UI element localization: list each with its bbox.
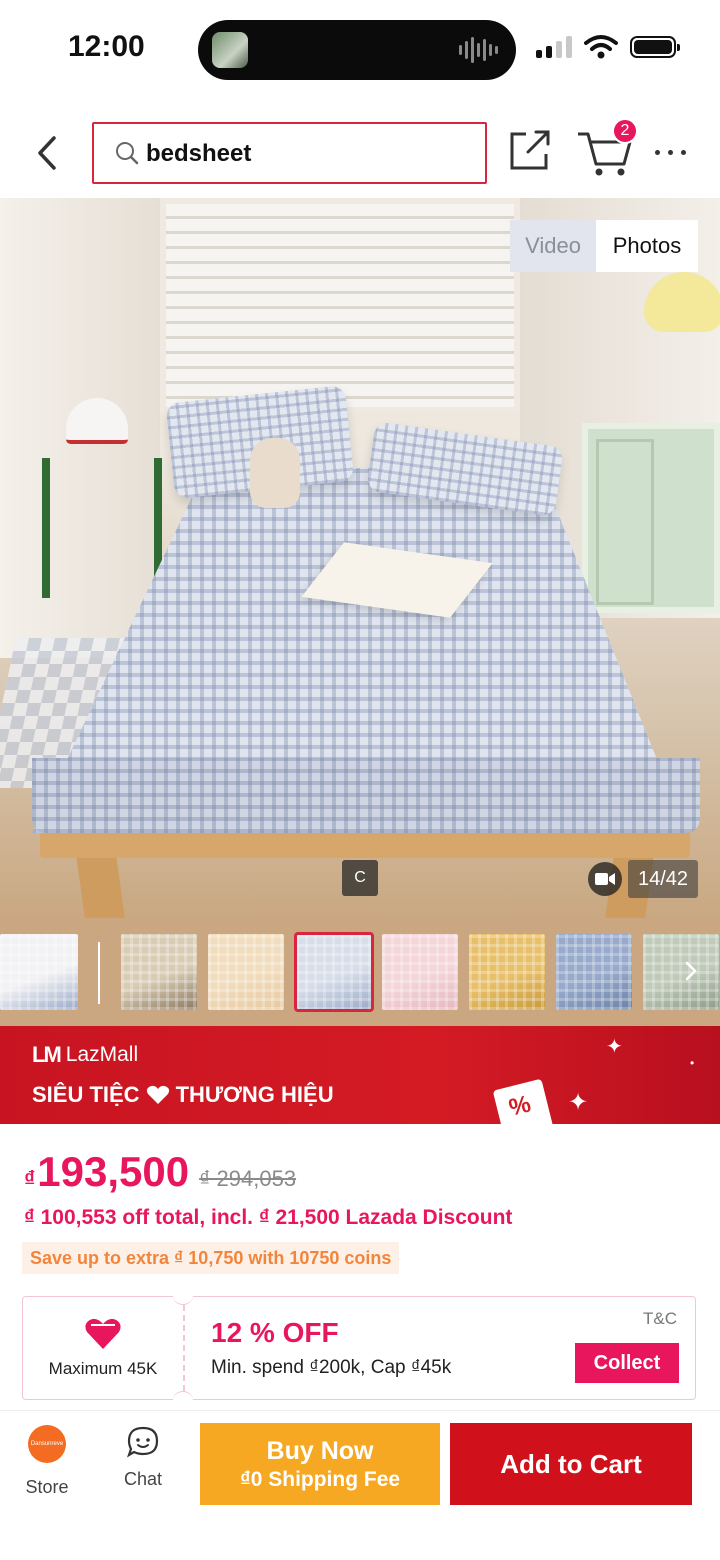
audio-waveform-icon (459, 36, 498, 64)
sparkle-icon: ✦ (568, 1089, 589, 1116)
discount-gift-icon (492, 1078, 554, 1124)
dot-icon (667, 149, 673, 155)
banner-title: SIÊU TIỆC THƯƠNG HIỆU (32, 1082, 334, 1108)
store-avatar: Dansunreve (28, 1425, 66, 1463)
lazmall-logo: LM LazMall (32, 1042, 138, 1068)
wifi-icon (584, 35, 618, 59)
status-bar: 12:00 (0, 0, 720, 100)
image-c-label[interactable]: C (342, 860, 378, 896)
cellular-signal-icon (536, 36, 572, 58)
thumb-yellow-check[interactable] (469, 934, 545, 1010)
dynamic-island (198, 20, 516, 80)
voucher-left-panel: Maximum 45K (23, 1297, 183, 1398)
video-camera-icon[interactable] (588, 862, 622, 896)
current-price: 193,500 (37, 1148, 190, 1195)
voucher-card: Maximum 45K 12 % OFF Min. spend ₫200k, C… (22, 1287, 696, 1409)
thumb-cream[interactable] (208, 934, 284, 1010)
store-label: Store (25, 1477, 69, 1497)
thumb-fitted-sheet-info[interactable] (0, 934, 78, 1010)
voucher-terms-link[interactable]: T&C (643, 1309, 677, 1329)
media-type-toggle: Video Photos (510, 220, 698, 272)
cart-count-badge: 2 (612, 118, 638, 144)
chat-label: Chat (123, 1469, 163, 1489)
shipping-fee-label: ₫0 Shipping Fee (239, 1467, 401, 1491)
thumb-beige-check[interactable] (121, 934, 197, 1010)
image-side-table (42, 458, 162, 598)
now-playing-artwork (212, 32, 248, 68)
thumb-blue-floral[interactable] (556, 934, 632, 1010)
price-row: ₫ 193,500 ₫ 294,053 (24, 1148, 296, 1196)
banner-title-part1: SIÊU TIỆC (32, 1082, 140, 1107)
sparkle-icon: • (690, 1056, 695, 1070)
image-bedsheet-side (32, 758, 700, 833)
search-query-text: bedsheet (146, 140, 252, 167)
chevron-right-icon[interactable] (676, 956, 706, 986)
bottom-action-bar: Dansunreve Store Chat Buy Now ₫0 Shippin… (0, 1410, 720, 1560)
heart-icon (146, 1085, 169, 1104)
chat-button[interactable]: Chat (114, 1425, 172, 1505)
lazmall-mark-icon: LM (32, 1042, 62, 1067)
buy-now-label: Buy Now (266, 1436, 374, 1465)
coins-savings-tag[interactable]: Save up to extra ₫ 10,750 with 10750 coi… (22, 1242, 400, 1274)
voucher-notch (173, 1287, 193, 1305)
search-input[interactable]: bedsheet (92, 122, 487, 184)
add-to-cart-button[interactable]: Add to Cart (450, 1423, 692, 1505)
dot-icon (654, 149, 660, 155)
price-section: ₫ 193,500 ₫ 294,053 ₫ 100,553 off total,… (0, 1124, 720, 1296)
lazmall-banner[interactable]: LM LazMall SIÊU TIỆC THƯƠNG HIỆU ✦ ✦ • (0, 1026, 720, 1124)
lazmall-brand-text: LazMall (65, 1043, 139, 1066)
voucher-discount: 12 % OFF (211, 1317, 339, 1348)
image-counter: 14/42 (628, 860, 698, 898)
back-arrow-icon[interactable] (30, 130, 66, 176)
search-icon (116, 142, 139, 165)
price-currency: ₫ (24, 1166, 36, 1191)
thumb-pink[interactable] (382, 934, 458, 1010)
image-cabinet (582, 423, 720, 613)
buy-now-button[interactable]: Buy Now ₫0 Shipping Fee (200, 1423, 440, 1505)
more-options-button[interactable] (650, 140, 690, 164)
collect-voucher-button[interactable]: Collect (575, 1343, 679, 1383)
voucher-heart-icon (85, 1318, 121, 1349)
sparkle-icon: ✦ (606, 1036, 623, 1058)
image-plush-bunny (250, 438, 300, 508)
voucher-notch (173, 1391, 193, 1409)
share-icon[interactable] (506, 126, 554, 174)
dot-icon (680, 149, 686, 155)
product-main-image[interactable]: Video Photos C 14/42 (0, 198, 720, 918)
voucher-divider (183, 1305, 185, 1391)
image-window-blinds (160, 198, 520, 413)
voucher-conditions: Min. spend ₫200k, Cap ₫45k (211, 1357, 452, 1378)
image-bed-leg (75, 848, 125, 918)
status-time: 12:00 (68, 30, 145, 63)
top-navigation-bar: bedsheet 2 (0, 100, 720, 198)
chat-icon (127, 1426, 159, 1458)
original-price: ₫ 294,053 (199, 1166, 297, 1191)
tab-photos[interactable]: Photos (596, 220, 698, 272)
thumbnail-divider (98, 942, 100, 1004)
voucher-max-label: Maximum 45K (48, 1358, 158, 1378)
battery-icon (630, 36, 680, 58)
thumbnail-strip (0, 918, 720, 1026)
tab-video[interactable]: Video (510, 220, 596, 272)
discount-summary: ₫ 100,553 off total, incl. ₫ 21,500 Laza… (24, 1206, 513, 1229)
banner-title-part2: THƯƠNG HIỆU (175, 1082, 334, 1107)
thumb-blue-check[interactable] (294, 932, 374, 1012)
store-button[interactable]: Dansunreve Store (20, 1425, 74, 1505)
